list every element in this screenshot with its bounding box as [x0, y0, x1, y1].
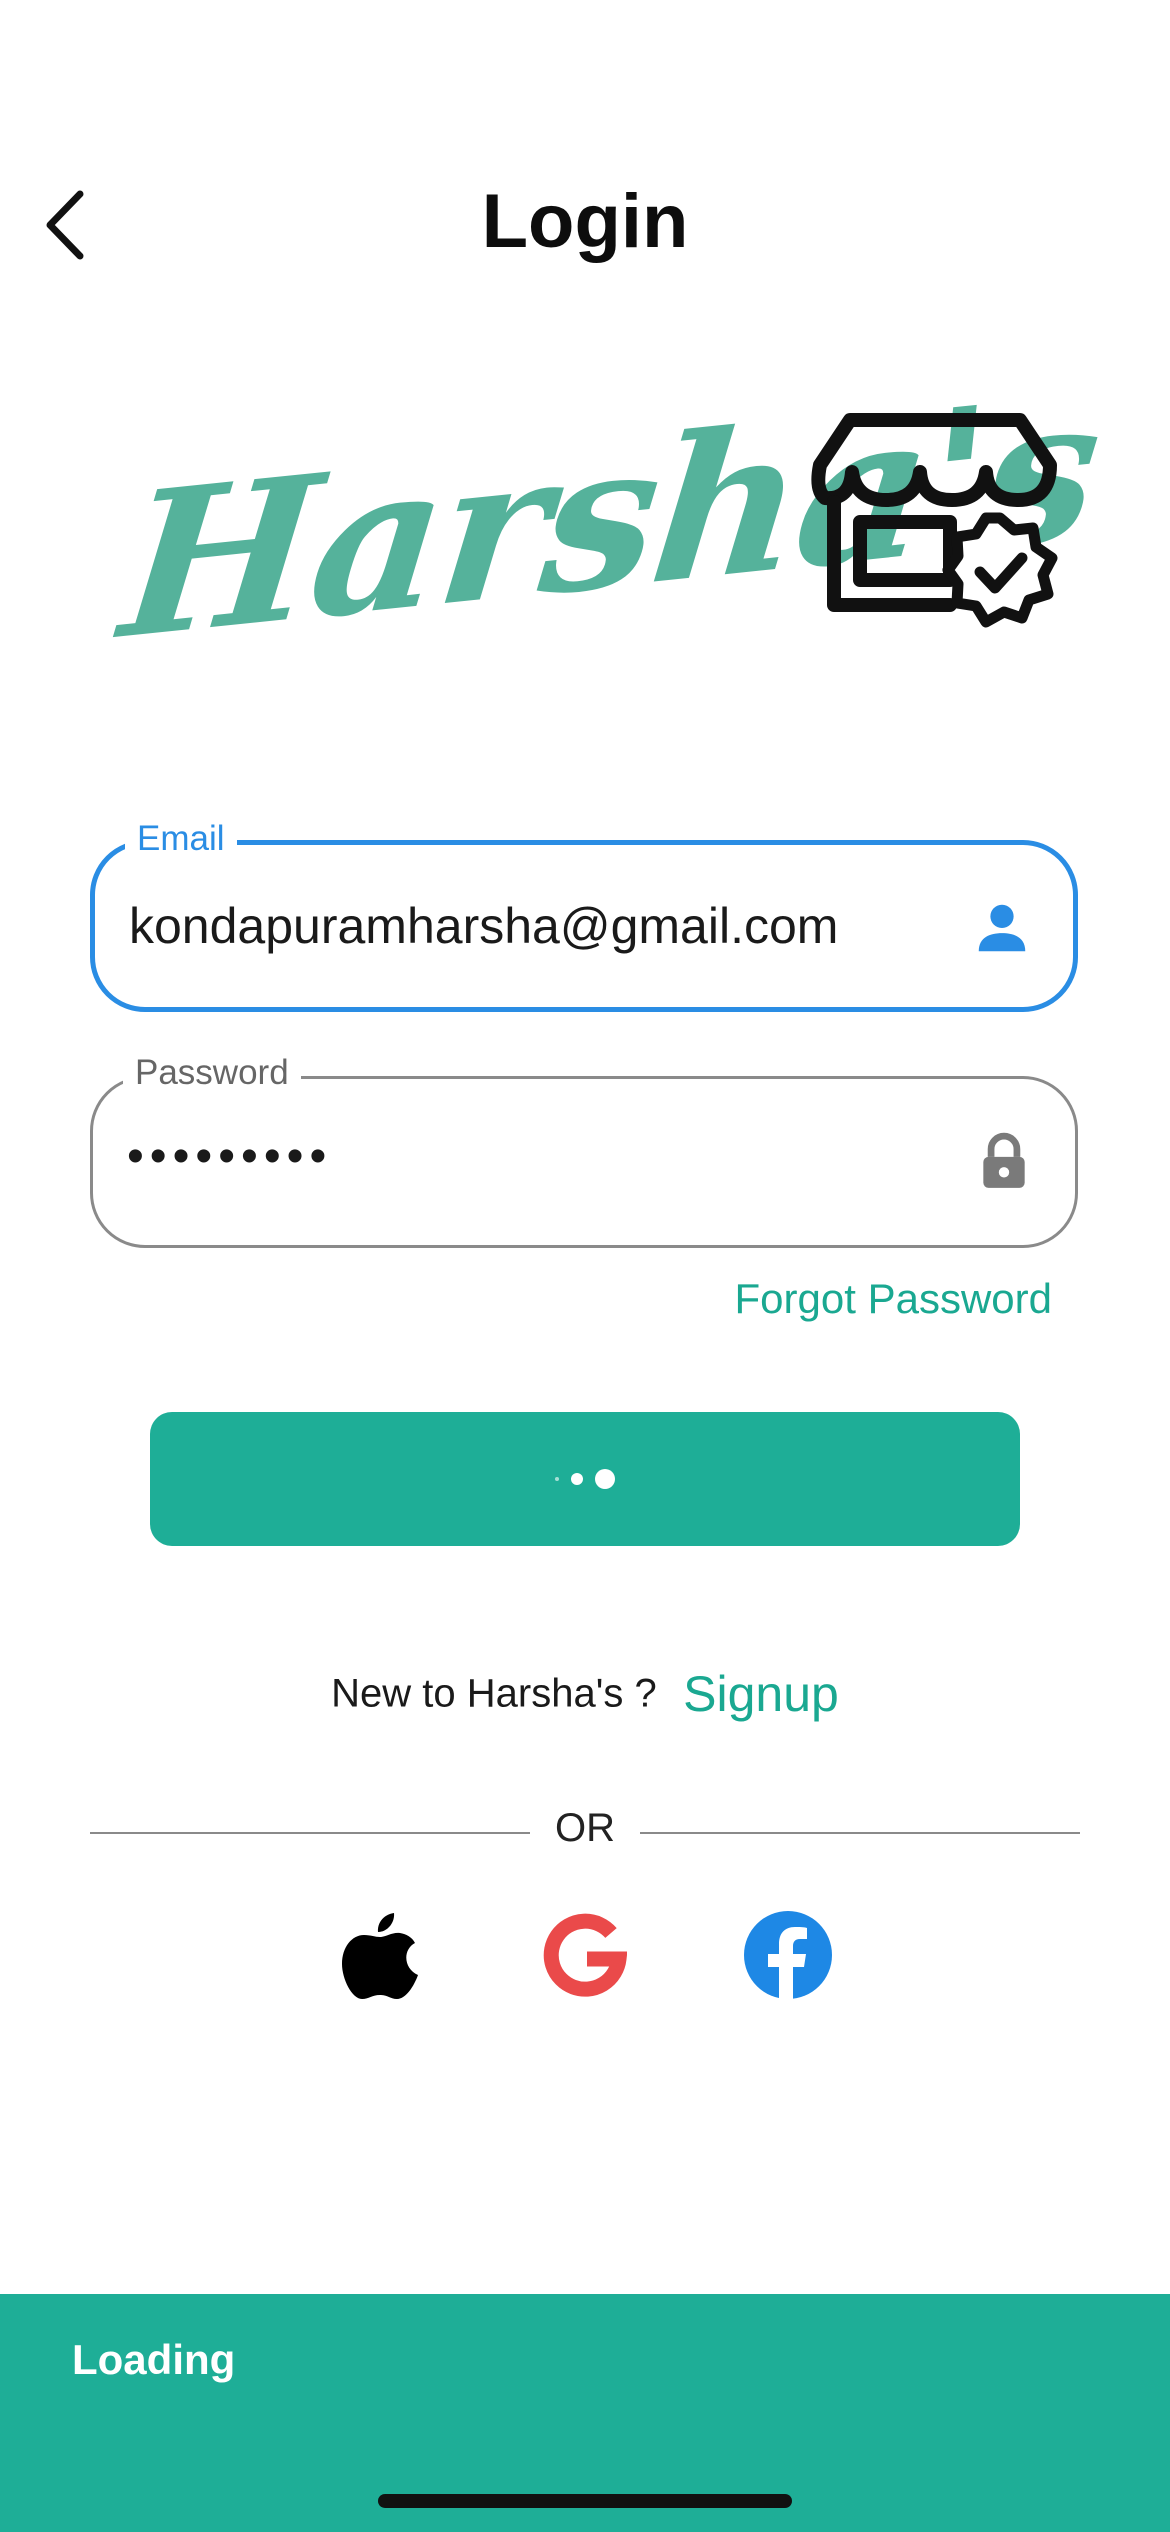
password-label: Password — [123, 1053, 301, 1093]
signup-row: New to Harsha's ? Signup — [0, 1665, 1170, 1723]
loading-snackbar: Loading — [0, 2294, 1170, 2532]
or-label: OR — [555, 1806, 615, 1850]
signup-link[interactable]: Signup — [683, 1666, 839, 1722]
divider-right — [640, 1832, 1080, 1834]
password-input[interactable]: ••••••••• — [127, 1129, 947, 1184]
brand-logo: Harsha's — [110, 351, 1106, 770]
lock-icon — [983, 1132, 1025, 1188]
page-title: Login — [481, 179, 689, 264]
apple-login-button[interactable] — [330, 1905, 430, 2005]
divider-left — [90, 1832, 530, 1834]
store-verified-icon — [811, 413, 1058, 628]
password-field[interactable]: Password ••••••••• — [90, 1053, 1078, 1248]
google-login-button[interactable] — [535, 1905, 635, 2005]
email-field[interactable]: Email kondapuramharsha@gmail.com — [90, 819, 1078, 1012]
login-button[interactable] — [150, 1412, 1020, 1546]
email-input[interactable]: kondapuramharsha@gmail.com — [129, 897, 949, 955]
facebook-login-button[interactable] — [738, 1905, 838, 2005]
snackbar-message: Loading — [72, 2336, 236, 2383]
apple-icon — [342, 1913, 418, 1999]
forgot-password-link[interactable]: Forgot Password — [735, 1275, 1052, 1323]
home-indicator[interactable] — [378, 2494, 792, 2508]
facebook-icon — [744, 1911, 832, 2001]
google-icon — [543, 1913, 627, 1997]
person-icon — [978, 904, 1026, 952]
email-label: Email — [125, 819, 237, 859]
loading-spinner — [549, 1469, 621, 1489]
signup-prompt: New to Harsha's ? — [331, 1671, 657, 1716]
